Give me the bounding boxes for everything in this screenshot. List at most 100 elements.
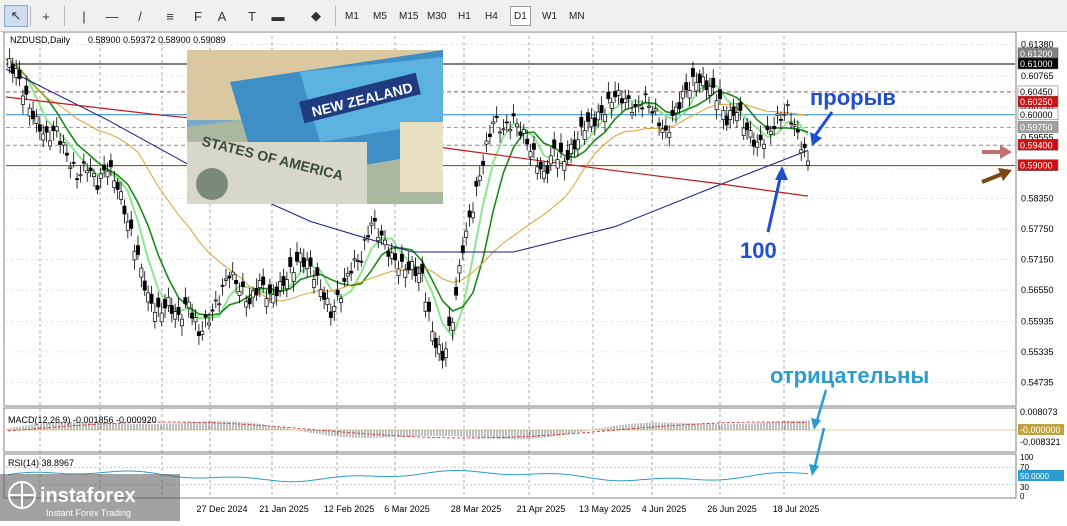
- candle-body: [613, 90, 618, 98]
- fibonacci-fan-icon: F: [194, 8, 202, 24]
- candle-body: [572, 139, 577, 150]
- candle-body: [481, 160, 486, 166]
- text-icon: A: [217, 8, 227, 24]
- timeframe-h1[interactable]: H1: [455, 6, 474, 26]
- candle-body: [616, 89, 621, 96]
- candle-body: [460, 245, 465, 254]
- candle-body: [399, 253, 404, 262]
- candle-body: [518, 131, 523, 136]
- timeframe-h4[interactable]: H4: [482, 6, 501, 26]
- candle-body: [156, 297, 161, 308]
- timeframe-m1[interactable]: M1: [342, 6, 362, 26]
- chart-area[interactable]: 0.008073 -0.000000 -0.008321 100 70 50.0000 3…: [0, 31, 1067, 521]
- candle-body: [674, 106, 678, 114]
- rectangle-tool[interactable]: ▬: [266, 5, 290, 27]
- candle-body: [27, 107, 32, 117]
- candle-body: [508, 129, 513, 132]
- candle-body: [802, 143, 807, 149]
- candle-body: [37, 124, 42, 132]
- candle-body: [328, 311, 333, 318]
- candle-body: [366, 235, 371, 238]
- candle-body: [261, 276, 266, 285]
- price-tick: 0.58350: [1021, 194, 1054, 204]
- candle-body: [501, 128, 506, 131]
- candle-body: [220, 285, 225, 287]
- candle-body: [440, 350, 445, 361]
- candle-body: [650, 111, 655, 114]
- candle-body: [54, 126, 59, 132]
- candle-body: [562, 161, 567, 171]
- timeframe-mn[interactable]: MN: [566, 6, 588, 26]
- date-axis: 27 Dec 2024 21 Jan 2025 12 Feb 2025 6 Mar 2…: [196, 504, 819, 514]
- candle-body: [85, 170, 90, 174]
- candle-body: [542, 170, 547, 179]
- text-tool[interactable]: A: [210, 5, 234, 27]
- candle-body: [24, 85, 29, 95]
- vertical-line-icon: |: [82, 8, 86, 24]
- cursor-tool[interactable]: ↖: [4, 5, 28, 27]
- ohlc-values: 0.58900 0.59372 0.58900 0.59089: [88, 35, 226, 45]
- candle-body: [207, 322, 211, 326]
- crosshair-tool[interactable]: +: [34, 5, 58, 27]
- candle-body: [142, 280, 147, 291]
- fibonacci-tool[interactable]: ≡: [158, 5, 182, 27]
- timeframe-m15[interactable]: M15: [396, 6, 421, 26]
- timeframe-d1[interactable]: D1: [510, 6, 531, 26]
- candle-body: [203, 314, 208, 318]
- candle-body: [653, 108, 658, 112]
- candle-body: [210, 309, 215, 312]
- candle-body: [569, 143, 574, 154]
- chart-toolbar: ↖ + | — / ≡ F A T ▬ ◆ M1 M5 M15 M30 H1 H4 D1 W1 MN: [0, 0, 1067, 32]
- price-label: 0.59000: [1020, 161, 1053, 171]
- candle-body: [548, 155, 553, 165]
- candle-body: [443, 348, 448, 358]
- shapes-dropdown-icon: ◆: [311, 8, 321, 23]
- candle-body: [44, 126, 49, 133]
- candle-body: [349, 270, 354, 274]
- candle-body: [565, 150, 570, 160]
- candle-body: [132, 250, 137, 261]
- candle-body: [98, 173, 103, 179]
- candle-body: [599, 105, 604, 114]
- candle-body: [640, 107, 645, 110]
- fibonacci-icon: ≡: [166, 8, 174, 24]
- candle-body: [589, 117, 594, 128]
- candle-body: [694, 82, 699, 92]
- candle-body: [751, 139, 756, 147]
- candle-body: [234, 279, 239, 285]
- timeframe-m5[interactable]: M5: [370, 6, 390, 26]
- candle-body: [200, 330, 205, 335]
- candle-body: [806, 160, 810, 166]
- horizontal-line-tool[interactable]: —: [100, 5, 124, 27]
- candle-body: [663, 125, 668, 131]
- trend-line-tool[interactable]: /: [128, 5, 152, 27]
- candle-body: [322, 292, 327, 300]
- price-chart[interactable]: 0.008073-0.000000-0.008321 1007050.00003…: [0, 31, 1067, 521]
- timeframe-m30[interactable]: M30: [424, 6, 449, 26]
- candle-body: [775, 113, 780, 116]
- candle-body: [159, 312, 164, 323]
- candle-body: [704, 80, 709, 91]
- candle-body: [633, 103, 638, 107]
- candle-body: [240, 281, 245, 287]
- candle-body: [626, 95, 631, 100]
- candle-body: [298, 252, 303, 263]
- negative-label: отрицательны: [770, 363, 929, 388]
- rsi-axis-label: 0: [1020, 492, 1025, 501]
- candle-body: [406, 261, 411, 271]
- candle-body: [714, 100, 719, 111]
- shapes-dropdown-tool[interactable]: ◆: [304, 5, 328, 27]
- candle-body: [795, 129, 800, 133]
- candle-body: [667, 132, 672, 138]
- toolbar-separator: [64, 6, 65, 26]
- candle-body: [433, 337, 438, 348]
- candle-body: [738, 102, 743, 111]
- candle-body: [393, 253, 398, 261]
- vertical-line-tool[interactable]: |: [72, 5, 96, 27]
- fibonacci-fan-tool[interactable]: F: [186, 5, 210, 27]
- candle-body: [758, 134, 763, 141]
- text-label-tool[interactable]: T: [240, 5, 264, 27]
- candle-body: [149, 293, 154, 304]
- candle-body: [471, 211, 475, 219]
- timeframe-w1[interactable]: W1: [539, 6, 560, 26]
